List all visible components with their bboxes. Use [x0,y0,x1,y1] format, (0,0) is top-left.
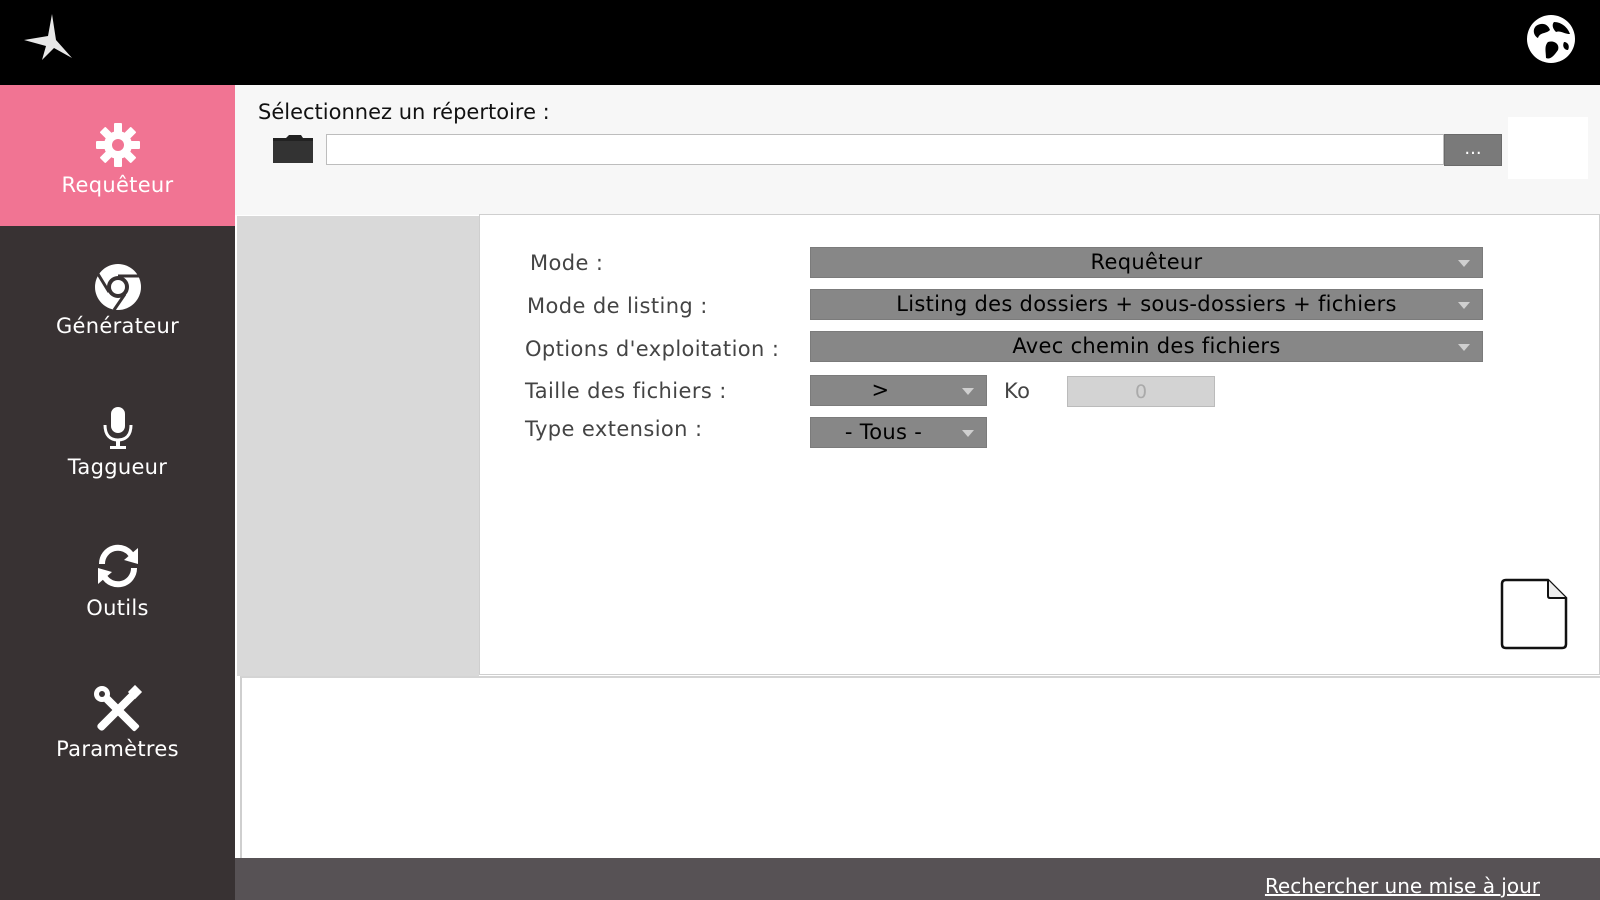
document-icon[interactable] [1500,578,1568,650]
mode-label: Mode : [530,251,604,275]
output-area[interactable] [240,676,1600,860]
sidebar-item-label: Outils [86,596,149,620]
chevron-down-icon [1458,259,1470,267]
sidebar-item-outils[interactable]: Outils [0,508,235,649]
extension-type-value: - Tous - [844,420,923,444]
blank-panel [1508,117,1588,179]
sidebar-item-parametres[interactable]: Paramètres [0,649,235,790]
check-update-link[interactable]: Rechercher une mise à jour [1265,874,1540,898]
sidebar: Requêteur Générateur Taggueur Outils Par… [0,85,235,900]
app-logo-icon[interactable] [22,12,74,64]
footer: Rechercher une mise à jour [235,858,1600,900]
chevron-down-icon [962,429,974,437]
size-unit-label: Ko [1004,379,1031,403]
sidebar-item-label: Taggueur [67,455,168,479]
gear-icon [95,123,140,167]
directory-label: Sélectionnez un répertoire : [258,100,550,124]
chevron-down-icon [1458,301,1470,309]
chrome-icon [94,264,141,311]
directory-path-input[interactable] [326,134,1444,165]
sidebar-item-label: Paramètres [56,737,179,761]
file-size-input[interactable] [1067,376,1215,407]
globe-icon[interactable] [1524,12,1578,66]
mode-dropdown[interactable]: Requêteur [810,247,1483,278]
listing-mode-label: Mode de listing : [527,294,708,318]
extension-type-label: Type extension : [525,417,703,441]
file-size-label: Taille des fichiers : [525,379,727,403]
microphone-icon [103,407,132,449]
sidebar-item-requeteur[interactable]: Requêteur [0,85,235,226]
listing-mode-dropdown-value: Listing des dossiers + sous-dossiers + f… [896,292,1397,316]
listing-mode-dropdown[interactable]: Listing des dossiers + sous-dossiers + f… [810,289,1483,320]
left-panel [237,216,479,676]
sidebar-item-label: Générateur [55,314,180,338]
options-dropdown[interactable]: Avec chemin des fichiers [810,331,1483,362]
top-bar [0,0,1600,85]
options-form [479,214,1600,675]
size-operator-value: > [871,378,890,402]
sidebar-item-taggueur[interactable]: Taggueur [0,367,235,508]
options-dropdown-value: Avec chemin des fichiers [1012,334,1281,358]
chevron-down-icon [962,387,974,395]
extension-type-dropdown[interactable]: - Tous - [810,417,987,448]
options-label: Options d'exploitation : [525,337,780,361]
tools-icon [93,685,142,732]
browse-button[interactable]: ... [1444,134,1502,166]
mode-dropdown-value: Requêteur [1090,250,1203,274]
refresh-icon [97,544,138,588]
chevron-down-icon [1458,343,1470,351]
sidebar-item-label: Requêteur [61,173,174,197]
size-operator-dropdown[interactable]: > [810,375,987,406]
sidebar-item-generateur[interactable]: Générateur [0,226,235,367]
folder-icon[interactable] [272,134,314,164]
